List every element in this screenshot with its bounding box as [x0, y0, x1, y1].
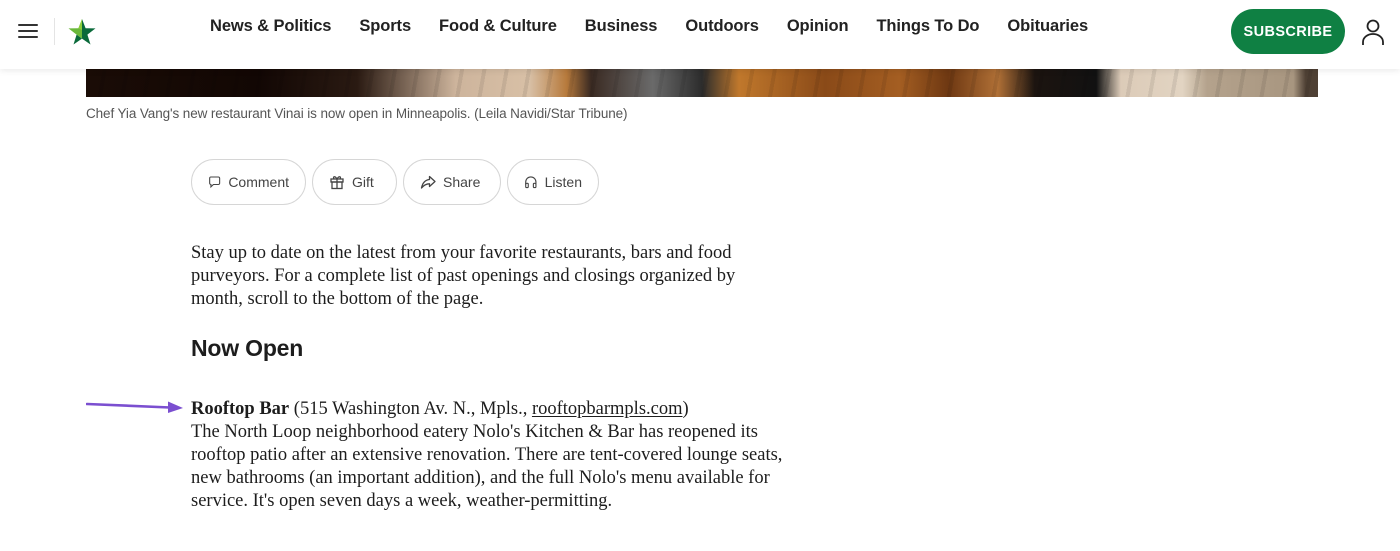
listing-address-close: ): [682, 399, 689, 419]
listing-description: The North Loop neighborhood eatery Nolo'…: [191, 422, 783, 511]
listing-address: (515 Washington Av. N., Mpls.,: [293, 399, 532, 419]
section-heading-now-open: Now Open: [191, 335, 304, 361]
headphones-icon: [525, 176, 537, 189]
comment-icon: [209, 176, 221, 189]
nav-business[interactable]: Business: [585, 17, 658, 36]
main-nav: News & Politics Sports Food & Culture Bu…: [210, 17, 1088, 36]
nav-news-politics[interactable]: News & Politics: [210, 17, 331, 36]
subscribe-button[interactable]: SUBSCRIBE: [1231, 9, 1345, 54]
user-account-icon[interactable]: [1360, 18, 1386, 46]
listen-label: Listen: [544, 174, 582, 190]
article-actions: Comment Gift Share Listen: [191, 159, 599, 205]
gift-icon: [330, 176, 344, 190]
listing-entry-rooftop-bar: Rooftop Bar (515 Washington Av. N., Mpls…: [191, 398, 791, 513]
nav-sports[interactable]: Sports: [359, 17, 411, 36]
article-intro: Stay up to date on the latest from your …: [191, 243, 736, 309]
listen-button[interactable]: Listen: [507, 159, 599, 205]
star-tribune-logo-icon[interactable]: [67, 18, 97, 46]
share-button[interactable]: Share: [403, 159, 501, 205]
annotation-arrow-icon: [86, 401, 183, 413]
comment-button[interactable]: Comment: [191, 159, 306, 205]
site-header: News & Politics Sports Food & Culture Bu…: [0, 0, 1400, 69]
nav-things-to-do[interactable]: Things To Do: [876, 17, 979, 36]
share-label: Share: [443, 174, 481, 190]
hamburger-menu-icon[interactable]: [18, 24, 38, 40]
nav-obituaries[interactable]: Obituaries: [1007, 17, 1088, 36]
listing-website-link[interactable]: rooftopbarmpls.com: [532, 399, 683, 419]
listing-name: Rooftop Bar: [191, 399, 290, 419]
share-icon: [420, 175, 436, 189]
gift-button[interactable]: Gift: [312, 159, 397, 205]
nav-opinion[interactable]: Opinion: [787, 17, 849, 36]
gift-label: Gift: [352, 174, 374, 190]
photo-caption: Chef Yia Vang's new restaurant Vinai is …: [86, 106, 628, 121]
nav-food-culture[interactable]: Food & Culture: [439, 17, 557, 36]
header-divider: [54, 18, 55, 45]
comment-label: Comment: [228, 174, 289, 190]
nav-outdoors[interactable]: Outdoors: [685, 17, 759, 36]
